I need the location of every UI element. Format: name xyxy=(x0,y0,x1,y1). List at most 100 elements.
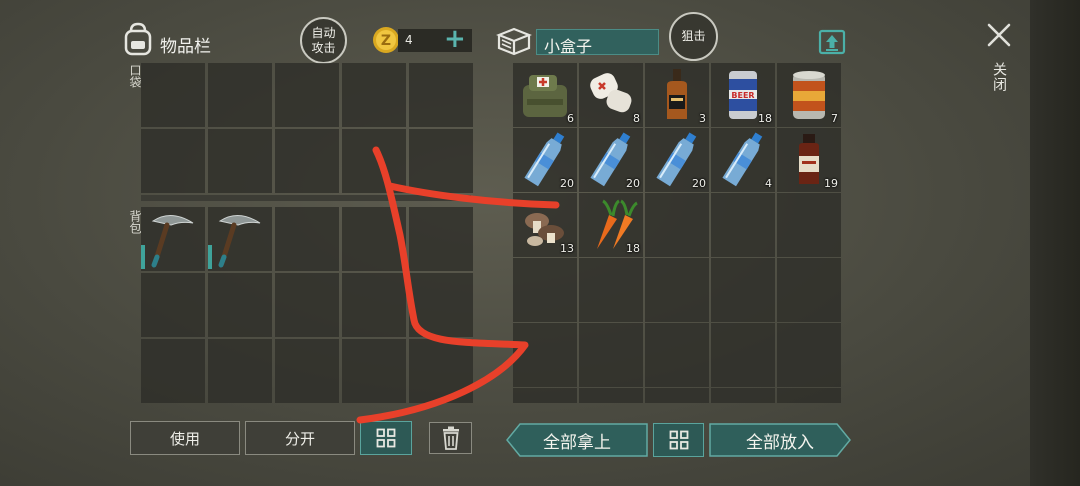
inventory-divider xyxy=(141,195,471,201)
pocket-slot[interactable] xyxy=(208,63,272,127)
pocket-slot[interactable] xyxy=(342,129,406,193)
container-slot[interactable] xyxy=(645,323,709,387)
item-count: 4 xyxy=(765,177,772,190)
container-slot[interactable] xyxy=(777,193,841,257)
put-all-label: 全部放入 xyxy=(746,432,814,453)
container-slot[interactable]: 20 xyxy=(645,128,709,192)
backpack-slot[interactable] xyxy=(275,339,339,403)
auto-attack-button[interactable]: 自动攻击 xyxy=(300,17,347,64)
backpack-slot[interactable] xyxy=(409,339,473,403)
backpack-slot[interactable] xyxy=(275,273,339,337)
pickaxe-icon xyxy=(151,215,194,268)
backpack-slot[interactable] xyxy=(208,207,272,271)
close-label[interactable]: 关闭 xyxy=(989,62,1009,92)
container-slot[interactable] xyxy=(645,193,709,257)
container-slot[interactable] xyxy=(777,258,841,322)
container-slot[interactable] xyxy=(777,323,841,387)
backpack-slot[interactable] xyxy=(342,339,406,403)
upload-icon[interactable] xyxy=(818,27,846,55)
side-panel-strip xyxy=(1030,0,1080,486)
container-slot[interactable]: 4 xyxy=(711,128,775,192)
coin-icon: Z xyxy=(373,27,399,53)
grid-sort-icon xyxy=(669,430,688,450)
backpack-slot[interactable] xyxy=(409,273,473,337)
container-slot[interactable]: BEER 18 xyxy=(711,63,775,127)
backpack-icon xyxy=(124,22,152,56)
item-count: 18 xyxy=(626,242,640,255)
item-count: 3 xyxy=(699,112,706,125)
item-count: 6 xyxy=(567,112,574,125)
trash-icon xyxy=(442,426,459,450)
durability-bar xyxy=(141,245,145,269)
backpack-slot[interactable] xyxy=(342,273,406,337)
backpack-slot[interactable] xyxy=(141,207,205,271)
container-slot[interactable] xyxy=(579,323,643,387)
pocket-slot[interactable] xyxy=(409,129,473,193)
take-all-button[interactable]: 全部拿上 xyxy=(506,423,648,457)
pocket-slot[interactable] xyxy=(141,63,205,127)
container-slot[interactable] xyxy=(513,388,577,403)
discard-button[interactable] xyxy=(429,422,472,454)
container-slot[interactable]: 13 xyxy=(513,193,577,257)
item-count: 7 xyxy=(831,112,838,125)
item-count: 20 xyxy=(692,177,706,190)
item-count: 18 xyxy=(758,112,772,125)
container-name: 小盒子 xyxy=(536,29,659,56)
put-all-button[interactable]: 全部放入 xyxy=(709,423,851,457)
sort-container-button[interactable] xyxy=(653,423,704,457)
auto-attack-label: 自动攻击 xyxy=(311,25,336,55)
container-slot[interactable] xyxy=(711,323,775,387)
container-slot[interactable] xyxy=(579,388,643,403)
container-slot[interactable] xyxy=(711,258,775,322)
use-button[interactable]: 使用 xyxy=(130,421,240,455)
split-button[interactable]: 分开 xyxy=(245,421,355,455)
pocket-slot[interactable] xyxy=(409,63,473,127)
container-slot[interactable]: 20 xyxy=(579,128,643,192)
grid-sort-icon xyxy=(376,428,396,448)
sort-inventory-button[interactable] xyxy=(360,421,412,455)
container-slot[interactable]: 20 xyxy=(513,128,577,192)
container-slot[interactable] xyxy=(645,258,709,322)
backpack-slot[interactable] xyxy=(342,207,406,271)
take-all-label: 全部拿上 xyxy=(543,432,611,453)
close-icon[interactable] xyxy=(986,22,1012,48)
container-box-icon xyxy=(496,27,532,56)
item-count: 13 xyxy=(560,242,574,255)
container-slot[interactable]: 18 xyxy=(579,193,643,257)
container-slot[interactable]: 19 xyxy=(777,128,841,192)
pocket-slot[interactable] xyxy=(141,129,205,193)
snipe-label: 狙击 xyxy=(681,29,706,43)
snipe-button[interactable]: 狙击 xyxy=(669,12,718,61)
backpack-slot[interactable] xyxy=(208,273,272,337)
backpack-slot[interactable] xyxy=(141,273,205,337)
pickaxe-icon xyxy=(218,215,261,268)
container-slot[interactable] xyxy=(579,258,643,322)
container-slot[interactable] xyxy=(777,388,841,403)
svg-text:BEER: BEER xyxy=(731,91,754,100)
pocket-slot[interactable] xyxy=(208,129,272,193)
coin-count: 4 xyxy=(405,33,413,47)
pocket-slot[interactable] xyxy=(275,63,339,127)
container-slot[interactable] xyxy=(513,258,577,322)
durability-bar xyxy=(208,245,212,269)
backpack-slot[interactable] xyxy=(409,207,473,271)
item-count: 19 xyxy=(824,177,838,190)
container-slot[interactable] xyxy=(513,323,577,387)
container-slot[interactable] xyxy=(711,388,775,403)
container-slot[interactable]: 6 xyxy=(513,63,577,127)
backpack-slot[interactable] xyxy=(208,339,272,403)
container-slot[interactable] xyxy=(711,193,775,257)
container-slot[interactable] xyxy=(645,388,709,403)
backpack-slot[interactable] xyxy=(141,339,205,403)
item-count: 20 xyxy=(560,177,574,190)
item-count: 20 xyxy=(626,177,640,190)
pocket-slot[interactable] xyxy=(342,63,406,127)
item-count: 8 xyxy=(633,112,640,125)
container-slot[interactable]: 8 xyxy=(579,63,643,127)
inventory-title: 物品栏 xyxy=(160,37,211,57)
container-slot[interactable]: 7 xyxy=(777,63,841,127)
add-coins-button[interactable]: + xyxy=(444,24,466,54)
container-slot[interactable]: 3 xyxy=(645,63,709,127)
pocket-slot[interactable] xyxy=(275,129,339,193)
backpack-slot[interactable] xyxy=(275,207,339,271)
